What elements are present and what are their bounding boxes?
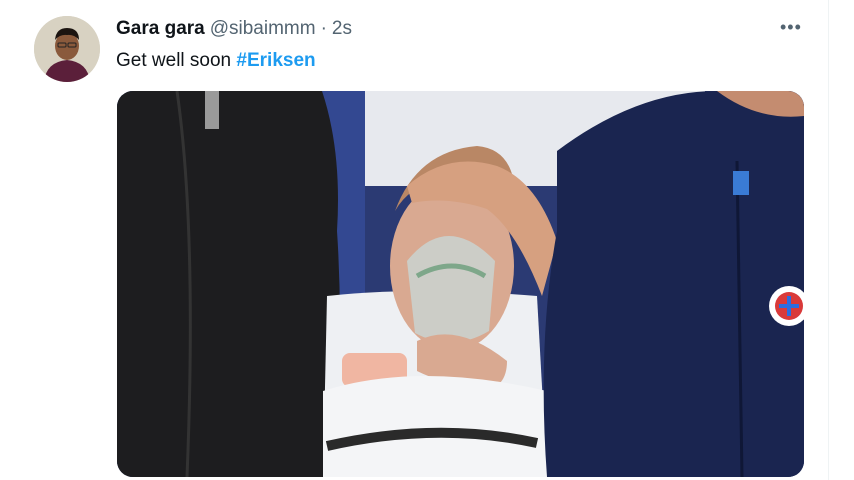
- hashtag-link[interactable]: #Eriksen: [236, 50, 315, 71]
- photo: [117, 91, 804, 477]
- tweet: Gara gara @sibaimmm · 2s ••• Get well so…: [0, 0, 828, 480]
- separator-dot: ·: [320, 18, 327, 39]
- display-name[interactable]: Gara gara: [116, 18, 205, 40]
- column-border: [828, 0, 829, 480]
- tweet-body: Get well soon: [116, 50, 232, 71]
- user-handle[interactable]: @sibaimmm: [210, 18, 316, 40]
- avatar-image: [34, 16, 100, 82]
- avatar[interactable]: [34, 16, 100, 82]
- tweet-text: Get well soon #Eriksen: [116, 50, 316, 72]
- tweet-media-image[interactable]: [117, 91, 804, 477]
- timestamp[interactable]: 2s: [332, 18, 352, 40]
- tweet-header: Gara gara @sibaimmm · 2s: [116, 18, 352, 40]
- more-horizontal-icon[interactable]: •••: [780, 17, 802, 38]
